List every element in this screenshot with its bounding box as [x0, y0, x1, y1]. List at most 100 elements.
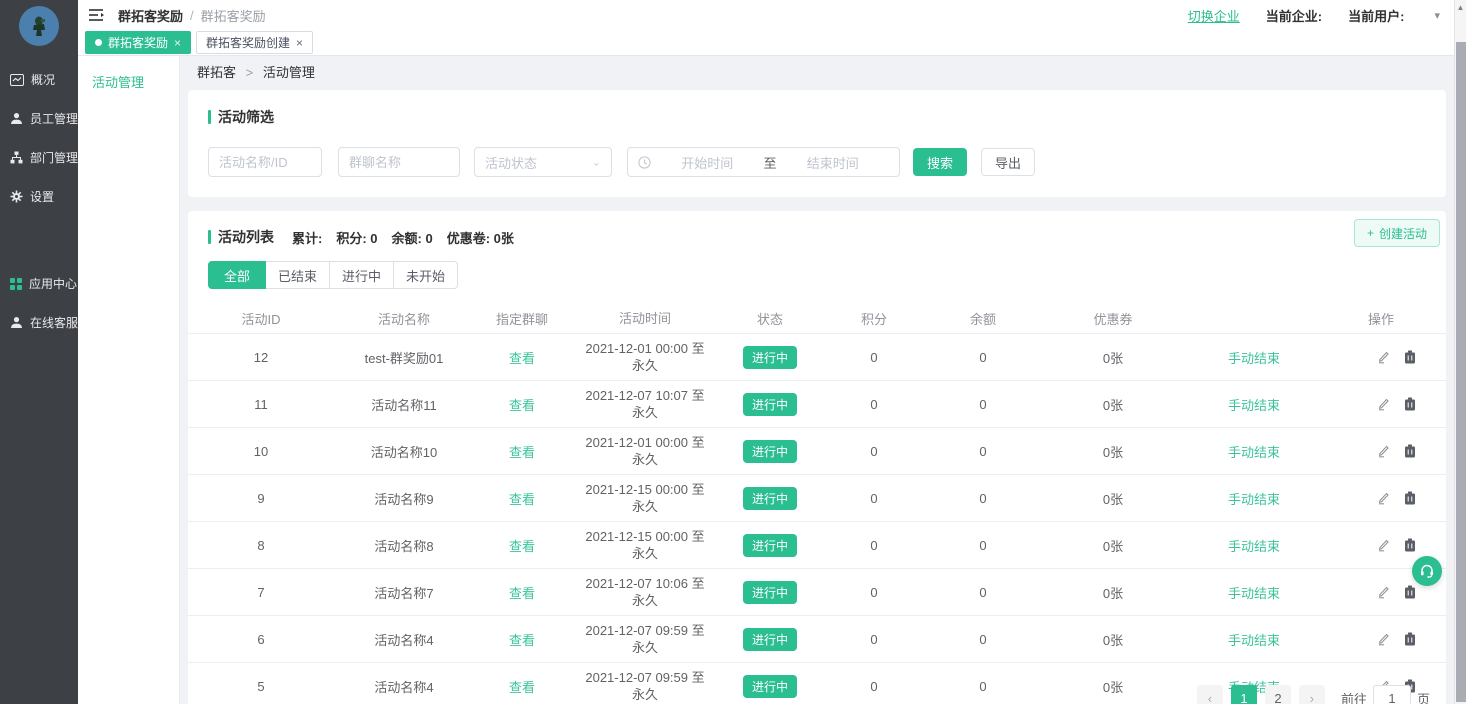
- topbar-right: 切换企业 当前企业: 当前用户: ▾: [1188, 6, 1440, 25]
- status-badge: 进行中: [743, 393, 797, 416]
- cell-points: 0: [820, 632, 928, 647]
- col-header-id: 活动ID: [188, 309, 334, 328]
- scrollbar-up-arrow-icon[interactable]: ▲: [1455, 0, 1466, 14]
- create-activity-button[interactable]: + 创建活动: [1354, 219, 1440, 247]
- edit-icon[interactable]: [1376, 444, 1390, 458]
- delete-icon[interactable]: [1404, 491, 1416, 505]
- delete-icon[interactable]: [1404, 350, 1416, 364]
- view-group-link[interactable]: 查看: [509, 539, 535, 554]
- cell-coupons: 0张: [1038, 489, 1188, 508]
- manual-end-link[interactable]: 手动结束: [1228, 583, 1280, 602]
- activity-status-select[interactable]: 活动状态 ⌄: [474, 147, 612, 177]
- manual-end-link[interactable]: 手动结束: [1228, 442, 1280, 461]
- breadcrumb-separator: /: [190, 8, 194, 23]
- status-badge: 进行中: [743, 440, 797, 463]
- cell-coupons: 0张: [1038, 630, 1188, 649]
- delete-icon[interactable]: [1404, 632, 1416, 646]
- next-page-button[interactable]: ›: [1299, 685, 1325, 704]
- window-tab[interactable]: 群拓客奖励创建 ×: [196, 31, 313, 54]
- status-filter-tabs: 全部 已结束 进行中 未开始: [208, 261, 1446, 289]
- time-end: 永久: [570, 451, 720, 468]
- view-group-link[interactable]: 查看: [509, 586, 535, 601]
- delete-icon[interactable]: [1404, 538, 1416, 552]
- main-sidebar: 概况 员工管理 部门管理 设置 应用中心 在线客服: [0, 0, 78, 704]
- cell-balance: 0: [928, 538, 1038, 553]
- delete-icon[interactable]: [1404, 444, 1416, 458]
- summary-coupons: 优惠卷: 0张: [447, 228, 514, 247]
- page-breadcrumb-root[interactable]: 群拓客: [197, 65, 236, 80]
- edit-icon[interactable]: [1376, 397, 1390, 411]
- view-group-link[interactable]: 查看: [509, 492, 535, 507]
- status-select-placeholder: 活动状态: [485, 153, 537, 172]
- cell-coupons: 0张: [1038, 442, 1188, 461]
- edit-icon[interactable]: [1376, 350, 1390, 364]
- delete-icon[interactable]: [1404, 397, 1416, 411]
- breadcrumb-root[interactable]: 群拓客奖励: [118, 6, 183, 25]
- view-group-link[interactable]: 查看: [509, 633, 535, 648]
- start-time-placeholder[interactable]: 开始时间: [651, 153, 764, 172]
- date-range-picker[interactable]: 开始时间 至 结束时间: [627, 147, 900, 177]
- delete-icon[interactable]: [1404, 585, 1416, 599]
- summary-total-label: 累计:: [292, 228, 322, 247]
- status-tab-all[interactable]: 全部: [208, 261, 266, 289]
- view-group-link[interactable]: 查看: [509, 680, 535, 695]
- sidebar-item-employees[interactable]: 员工管理: [0, 99, 78, 138]
- view-group-link[interactable]: 查看: [509, 351, 535, 366]
- page-button-1[interactable]: 1: [1231, 685, 1257, 704]
- prev-page-button[interactable]: ‹: [1197, 685, 1223, 704]
- goto-page-input[interactable]: [1373, 685, 1411, 704]
- sidebar-item-label: 部门管理: [30, 149, 78, 166]
- table-row: 12 test-群奖励01 查看 2021-12-01 00:00 至 永久 进…: [188, 333, 1446, 380]
- activity-name-input[interactable]: [208, 147, 322, 177]
- status-tab-ended[interactable]: 已结束: [266, 261, 330, 289]
- manual-end-link[interactable]: 手动结束: [1228, 489, 1280, 508]
- page-scrollbar[interactable]: ▲: [1454, 0, 1466, 704]
- sidebar-item-label: 设置: [30, 188, 54, 205]
- manual-end-link[interactable]: 手动结束: [1228, 630, 1280, 649]
- status-tab-not-started[interactable]: 未开始: [394, 261, 458, 289]
- cell-activity-name: 活动名称10: [334, 442, 474, 461]
- edit-icon[interactable]: [1376, 585, 1390, 599]
- sidebar-item-overview[interactable]: 概况: [0, 60, 78, 99]
- user-dropdown-caret-icon[interactable]: ▾: [1434, 9, 1440, 22]
- group-name-input[interactable]: [338, 147, 460, 177]
- status-badge: 进行中: [743, 534, 797, 557]
- headset-icon: [1419, 563, 1435, 579]
- end-time-placeholder[interactable]: 结束时间: [777, 153, 890, 172]
- sidebar-item-app-center[interactable]: 应用中心: [0, 264, 78, 303]
- manual-end-link[interactable]: 手动结束: [1228, 348, 1280, 367]
- col-header-name: 活动名称: [334, 309, 474, 328]
- view-group-link[interactable]: 查看: [509, 398, 535, 413]
- filter-title-text: 活动筛选: [218, 107, 274, 127]
- cell-balance: 0: [928, 679, 1038, 694]
- customer-service-fab[interactable]: [1412, 556, 1442, 586]
- switch-company-link[interactable]: 切换企业: [1188, 6, 1240, 25]
- status-tab-ongoing[interactable]: 进行中: [330, 261, 394, 289]
- submenu-item-activity-management[interactable]: 活动管理: [78, 56, 179, 91]
- cell-activity-time: 2021-12-01 00:00 至 永久: [570, 340, 720, 374]
- cell-activity-time: 2021-12-07 10:07 至 永久: [570, 387, 720, 421]
- window-tab-active[interactable]: 群拓客奖励 ×: [85, 31, 191, 54]
- search-button[interactable]: 搜索: [913, 148, 967, 176]
- manual-end-link[interactable]: 手动结束: [1228, 395, 1280, 414]
- time-end: 永久: [570, 498, 720, 515]
- edit-icon[interactable]: [1376, 632, 1390, 646]
- cell-activity-time: 2021-12-15 00:00 至 永久: [570, 481, 720, 515]
- export-button[interactable]: 导出: [981, 148, 1035, 176]
- table-row: 8 活动名称8 查看 2021-12-15 00:00 至 永久 进行中 0 0…: [188, 521, 1446, 568]
- edit-icon[interactable]: [1376, 538, 1390, 552]
- collapse-menu-icon[interactable]: [88, 8, 106, 22]
- page-button-2[interactable]: 2: [1265, 685, 1291, 704]
- cell-points: 0: [820, 491, 928, 506]
- avatar[interactable]: [19, 6, 59, 46]
- manual-end-link[interactable]: 手动结束: [1228, 536, 1280, 555]
- sidebar-item-departments[interactable]: 部门管理: [0, 138, 78, 177]
- view-group-link[interactable]: 查看: [509, 445, 535, 460]
- sidebar-item-online-service[interactable]: 在线客服: [0, 303, 78, 342]
- sidebar-item-settings[interactable]: 设置: [0, 177, 78, 216]
- close-icon[interactable]: ×: [296, 36, 303, 50]
- edit-icon[interactable]: [1376, 491, 1390, 505]
- scrollbar-thumb[interactable]: [1456, 42, 1466, 702]
- close-icon[interactable]: ×: [174, 36, 181, 50]
- status-badge: 进行中: [743, 346, 797, 369]
